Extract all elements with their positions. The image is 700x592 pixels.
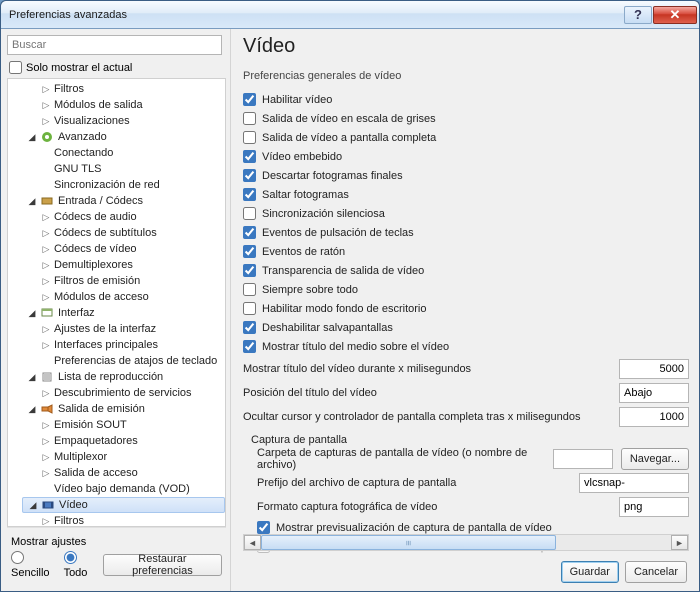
tree-node-video[interactable]: ◢Vídeo [22,497,225,513]
opt-siempre-sobre[interactable]: Siempre sobre todo [243,280,689,299]
titlebar[interactable]: Preferencias avanzadas ? ✕ [1,1,699,29]
help-button[interactable]: ? [624,6,652,24]
row-formato-captura: Formato captura fotográfica de vídeo [257,496,689,518]
select-posicion-titulo[interactable] [619,383,689,403]
tree-node-salida-emision[interactable]: ◢Salida de emisión [22,401,225,417]
video-icon [41,499,55,511]
tree-node-filtros-emision[interactable]: ▷Filtros de emisión [36,273,225,289]
search-input[interactable] [7,35,222,55]
tree-node-codecs-audio[interactable]: ▷Códecs de audio [36,209,225,225]
tree-node-multiplexor[interactable]: ▷Multiplexor [36,449,225,465]
only-show-current[interactable]: Solo mostrar el actual [9,61,226,74]
tree-node-video-filtros[interactable]: ▷Filtros [36,513,225,527]
opt-fondo-escritorio[interactable]: Habilitar modo fondo de escritorio [243,299,689,318]
window-title: Preferencias avanzadas [9,9,624,21]
opt-habilitar-video[interactable]: Habilitar vídeo [243,90,689,109]
row-mostrar-titulo-ms: Mostrar título del vídeo durante x milis… [243,358,689,380]
scroll-track[interactable] [261,535,671,550]
tree-node-descubrimiento[interactable]: ▷Descubrimiento de servicios [36,385,225,401]
opt-embebido[interactable]: Vídeo embebido [243,147,689,166]
tree-node-sinc-red[interactable]: Sincronización de red [36,177,225,193]
select-formato-captura[interactable] [619,497,689,517]
tree-node-salida-acceso[interactable]: ▷Salida de acceso [36,465,225,481]
page-title: Vídeo [243,35,689,58]
opt-mostrar-titulo[interactable]: Mostrar título del medio sobre el vídeo [243,337,689,356]
tree-node-gnu-tls[interactable]: GNU TLS [36,161,225,177]
page-subtitle: Preferencias generales de vídeo [243,70,689,82]
tree-node-demultiplexores[interactable]: ▷Demultiplexores [36,257,225,273]
tree-node-avanzado[interactable]: ◢Avanzado [22,129,225,145]
row-posicion-titulo: Posición del título del vídeo [243,382,689,404]
tree-node-ajustes-interfaz[interactable]: ▷Ajustes de la interfaz [36,321,225,337]
tree-node-interfaz[interactable]: ◢Interfaz [22,305,225,321]
tree-node-codecs-subtitulos[interactable]: ▷Códecs de subtítulos [36,225,225,241]
input-prefijo-captura[interactable] [579,473,689,493]
tree-node-modulos-salida[interactable]: ▷Módulos de salida [36,97,225,113]
tree-node-emision-sout[interactable]: ▷Emisión SOUT [36,417,225,433]
browse-button[interactable]: Navegar... [621,448,689,470]
tree-node-modulos-acceso[interactable]: ▷Módulos de acceso [36,289,225,305]
row-carpeta-capturas: Carpeta de capturas de pantalla de vídeo… [257,448,689,470]
category-tree[interactable]: ▷Filtros ▷Módulos de salida ▷Visualizaci… [7,78,226,527]
scroll-thumb[interactable] [261,535,556,550]
reset-preferences-button[interactable]: Restaurar preferencias [103,554,222,576]
scroll-right-button[interactable]: ► [671,535,688,550]
sout-icon [40,403,54,415]
show-settings-label: Mostrar ajustes [11,536,222,548]
tree-node-empaquetadores[interactable]: ▷Empaquetadores [36,433,225,449]
preferences-window: Preferencias avanzadas ? ✕ Solo mostrar … [0,0,700,592]
tree-node-vod[interactable]: Vídeo bajo demanda (VOD) [36,481,225,497]
opt-eventos-raton[interactable]: Eventos de ratón [243,242,689,261]
horizontal-scrollbar[interactable]: ◄ ► [243,534,689,551]
opt-escala-grises[interactable]: Salida de vídeo en escala de grises [243,109,689,128]
close-button[interactable]: ✕ [653,6,697,24]
input-mostrar-titulo-ms[interactable] [619,359,689,379]
row-ocultar-cursor: Ocultar cursor y controlador de pantalla… [243,406,689,428]
opt-deshab-salvapant[interactable]: Deshabilitar salvapantallas [243,318,689,337]
input-ocultar-cursor[interactable] [619,407,689,427]
save-button[interactable]: Guardar [561,561,619,583]
tree-node-codecs-video[interactable]: ▷Códecs de vídeo [36,241,225,257]
playlist-icon [40,371,54,383]
scroll-left-button[interactable]: ◄ [244,535,261,550]
opt-transparencia[interactable]: Transparencia de salida de vídeo [243,261,689,280]
opt-descartar-finales[interactable]: Descartar fotogramas finales [243,166,689,185]
only-show-current-checkbox[interactable] [9,61,22,74]
opt-eventos-teclas[interactable]: Eventos de pulsación de teclas [243,223,689,242]
gear-icon [40,131,54,143]
tree-node-interfaces-principales[interactable]: ▷Interfaces principales [36,337,225,353]
main-panel: Vídeo Preferencias generales de vídeo Ha… [231,29,699,591]
interface-icon [40,307,54,319]
subsection-captura: Captura de pantalla [251,434,689,446]
tree-node-conectando[interactable]: Conectando [36,145,225,161]
cancel-button[interactable]: Cancelar [625,561,687,583]
tree-node-entrada-codecs[interactable]: ◢Entrada / Códecs [22,193,225,209]
tree-node-visualizaciones[interactable]: ▷Visualizaciones [36,113,225,129]
sidebar: Solo mostrar el actual ▷Filtros ▷Módulos… [1,29,231,591]
tree-node-lista-reprod[interactable]: ◢Lista de reproducción [22,369,225,385]
row-prefijo-captura: Prefijo del archivo de captura de pantal… [257,472,689,494]
tree-node-pref-atajos[interactable]: Preferencias de atajos de teclado [36,353,225,369]
radio-simple[interactable]: Sencillo [11,551,58,579]
opt-pantalla-completa[interactable]: Salida de vídeo a pantalla completa [243,128,689,147]
radio-all[interactable]: Todo [64,551,97,579]
opt-sinc-silenciosa[interactable]: Sincronización silenciosa [243,204,689,223]
tree-node-filtros[interactable]: ▷Filtros [36,81,225,97]
codec-icon [40,195,54,207]
input-carpeta-capturas[interactable] [553,449,613,469]
opt-saltar-fotogramas[interactable]: Saltar fotogramas [243,185,689,204]
